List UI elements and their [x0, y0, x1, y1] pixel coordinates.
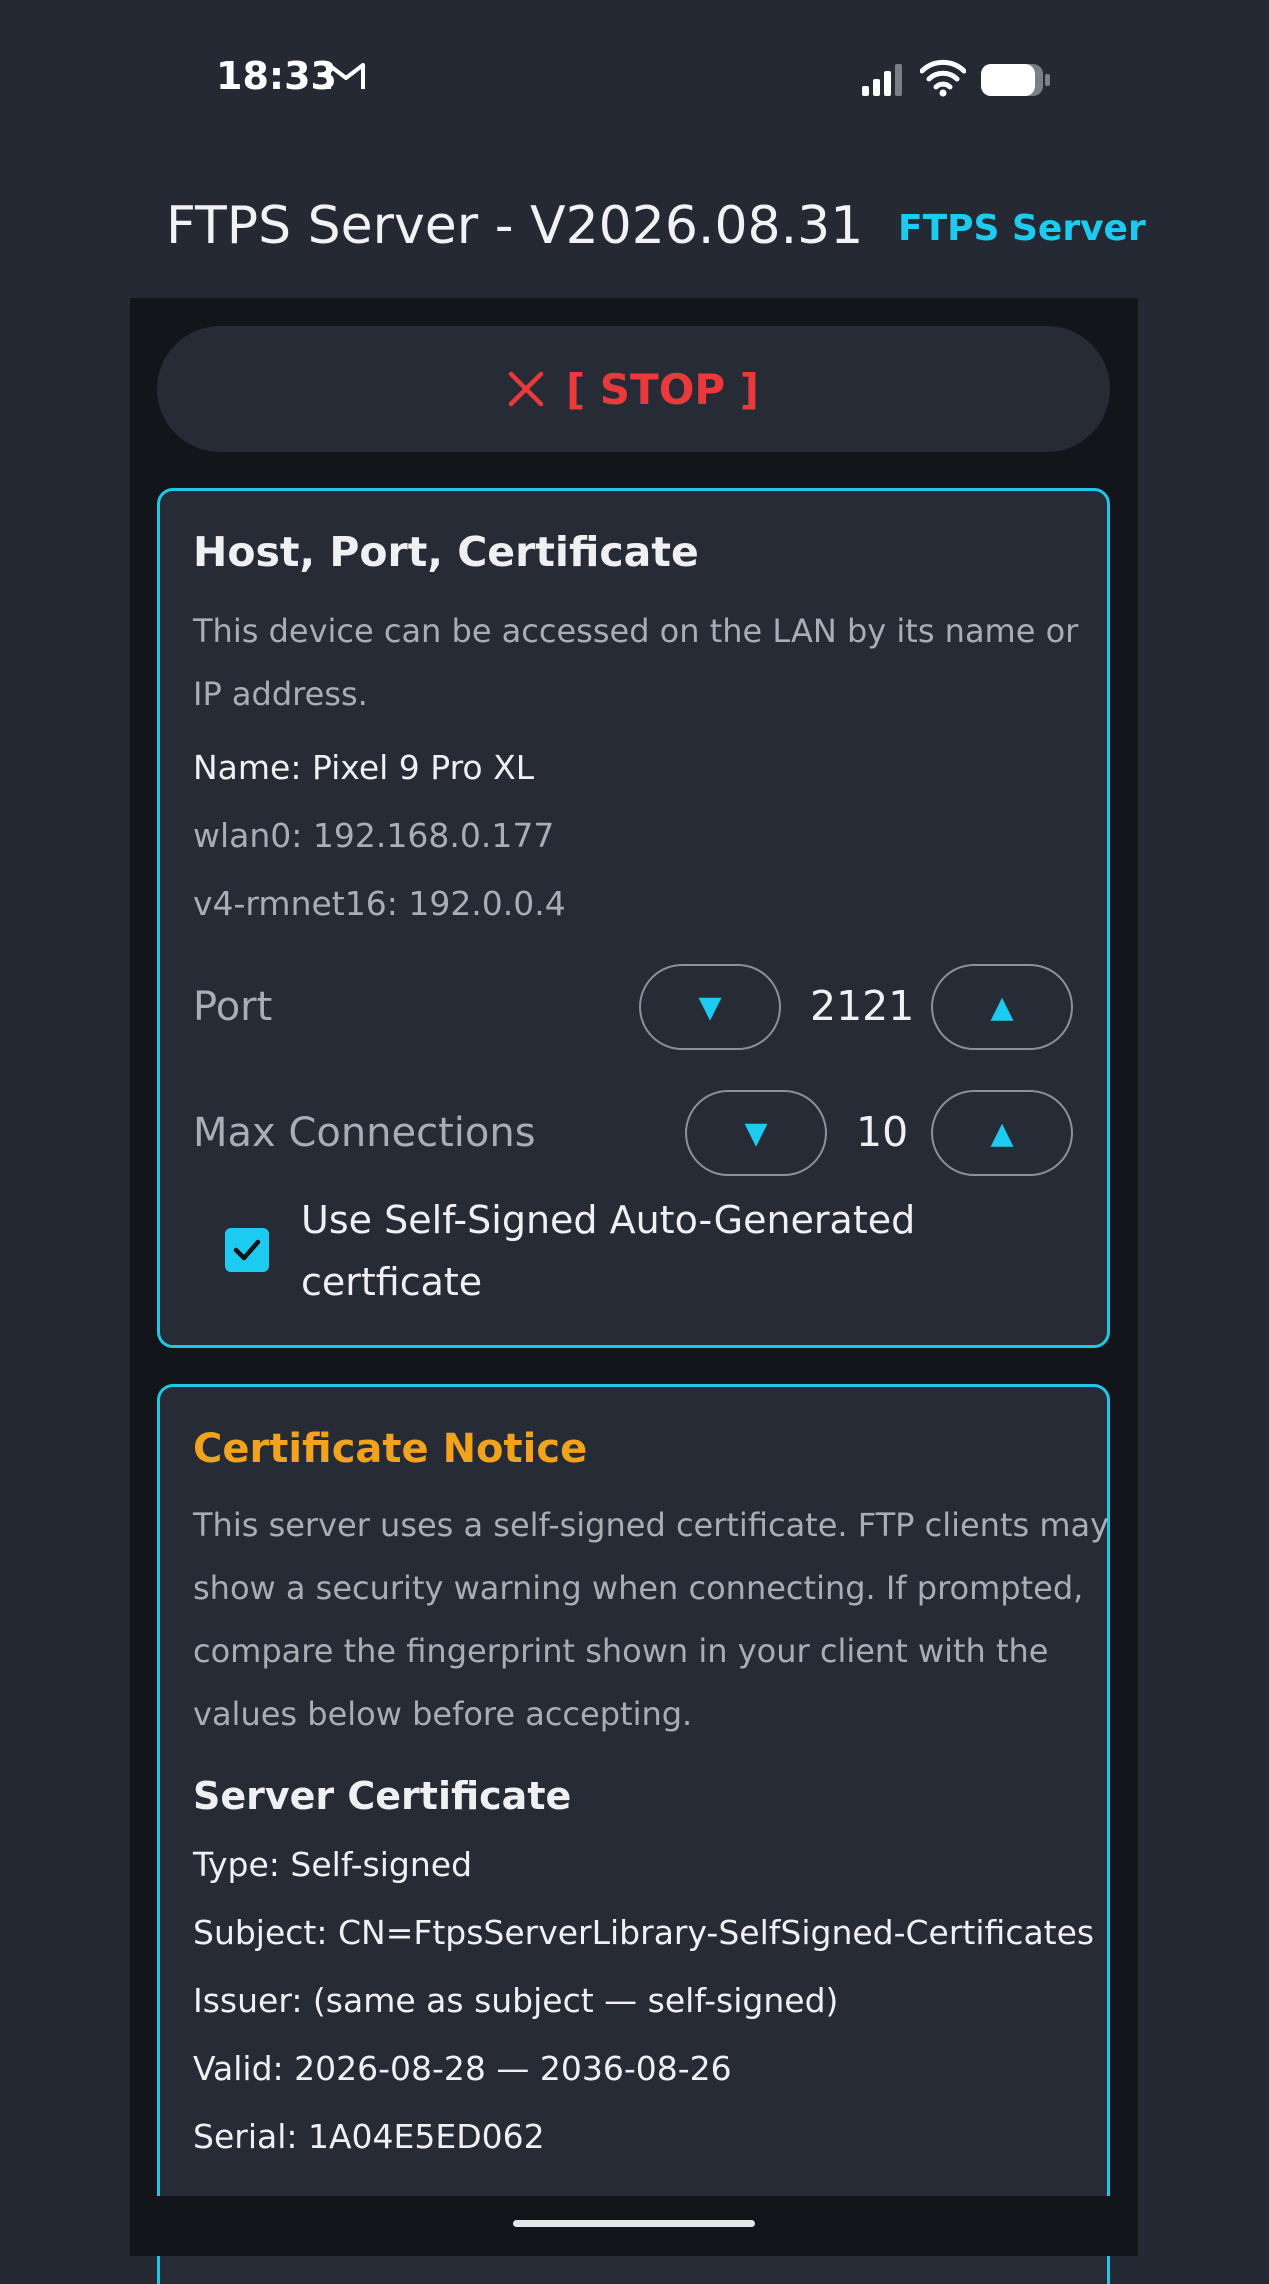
certificate-notice-title: Certificate Notice — [193, 1426, 588, 1472]
max-connections-label: Max Connections — [193, 1110, 536, 1156]
host-description-line2: IP address. — [193, 675, 368, 713]
rmnet-address: v4-rmnet16: 192.0.0.4 — [193, 884, 566, 923]
chevron-up-icon: ▲ — [990, 1115, 1014, 1151]
wlan0-address: wlan0: 192.168.0.177 — [193, 816, 555, 855]
port-decrease-button[interactable]: ▼ — [639, 964, 781, 1050]
host-card-title: Host, Port, Certificate — [193, 528, 699, 576]
signal-icon — [862, 64, 902, 96]
chevron-up-icon: ▲ — [990, 989, 1014, 1025]
max-connections-increase-button[interactable]: ▲ — [931, 1090, 1073, 1176]
server-certificate-title: Server Certificate — [193, 1774, 572, 1818]
port-value: 2121 — [810, 982, 915, 1030]
self-signed-checkbox[interactable] — [225, 1228, 269, 1272]
close-icon — [508, 371, 544, 407]
home-indicator[interactable] — [513, 2220, 755, 2227]
app-title: FTPS Server - V2026.08.31 — [166, 196, 864, 256]
port-increase-button[interactable]: ▲ — [931, 964, 1073, 1050]
max-connections-value: 10 — [856, 1108, 909, 1156]
battery-icon — [981, 64, 1050, 96]
notice-line-2: show a security warning when connecting.… — [193, 1569, 1084, 1607]
notice-line-1: This server uses a self-signed certifica… — [193, 1506, 1110, 1544]
host-description-line1: This device can be accessed on the LAN b… — [193, 612, 1079, 650]
cert-valid: Valid: 2026-08-28 — 2036-08-26 — [193, 2049, 732, 2088]
stop-label: [ STOP ] — [565, 364, 760, 414]
chevron-down-icon: ▼ — [744, 1115, 768, 1151]
wifi-icon — [920, 59, 966, 97]
notice-line-4: values below before accepting. — [193, 1695, 693, 1733]
notice-line-3: compare the fingerprint shown in your cl… — [193, 1632, 1049, 1670]
cert-issuer: Issuer: (same as subject — self-signed) — [193, 1981, 839, 2020]
stop-button[interactable]: [ STOP ] — [157, 326, 1110, 452]
self-signed-label-line1[interactable]: Use Self-Signed Auto-Generated — [301, 1198, 915, 1242]
check-icon — [233, 1239, 261, 1261]
chevron-down-icon: ▼ — [698, 989, 722, 1025]
ftps-server-link[interactable]: FTPS Server — [898, 208, 1146, 249]
cert-subject: Subject: CN=FtpsServerLibrary-SelfSigned… — [193, 1913, 1095, 1952]
device-name: Name: Pixel 9 Pro XL — [193, 748, 535, 787]
self-signed-label-line2[interactable]: certficate — [301, 1260, 482, 1304]
cert-type: Type: Self-signed — [193, 1845, 473, 1884]
status-time: 18:33 — [216, 54, 337, 98]
gmail-icon — [327, 63, 365, 89]
cert-serial: Serial: 1A04E5ED062 — [193, 2117, 545, 2156]
port-label: Port — [193, 984, 273, 1030]
max-connections-decrease-button[interactable]: ▼ — [685, 1090, 827, 1176]
